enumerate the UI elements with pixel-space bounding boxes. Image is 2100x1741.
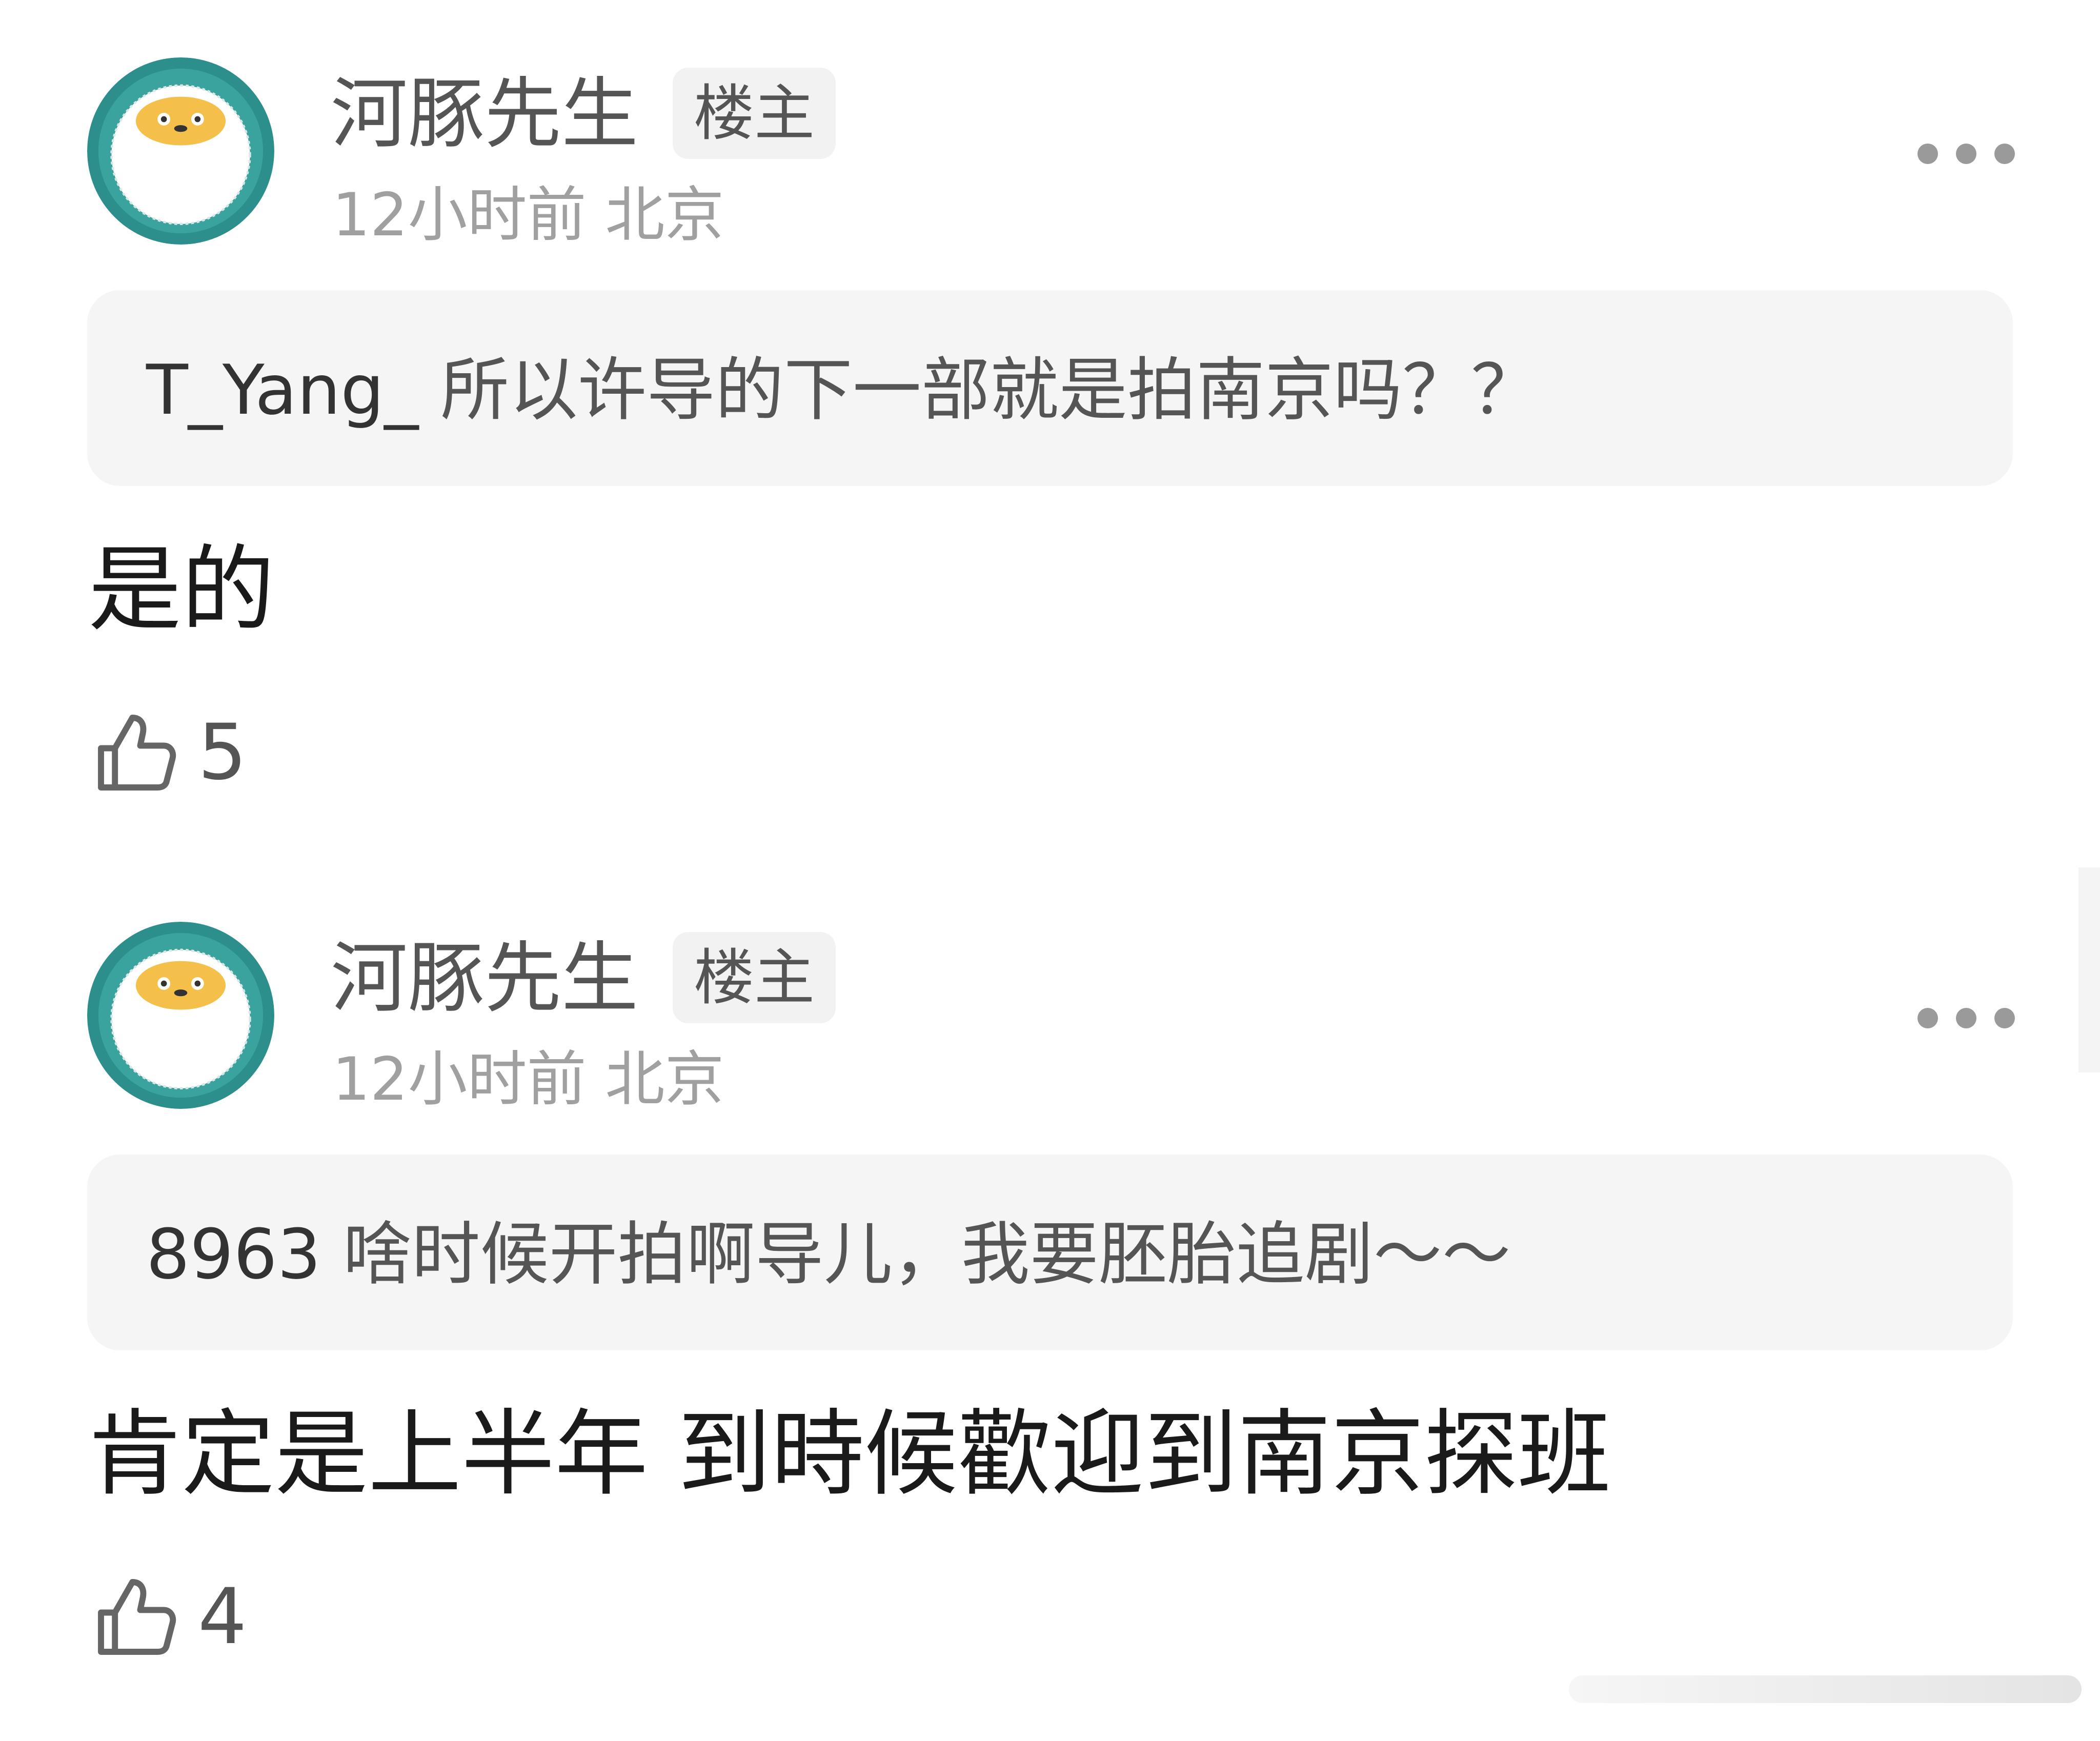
- like-count: 5: [198, 708, 247, 797]
- pufferfish-avatar-icon: [87, 57, 274, 245]
- quoted-username[interactable]: 8963: [146, 1214, 321, 1294]
- quoted-reply[interactable]: T_Yang_ 所以许导的下一部就是拍南京吗？？: [87, 290, 2013, 486]
- quoted-reply-text: T_Yang_ 所以许导的下一部就是拍南京吗？？: [146, 356, 1540, 424]
- quoted-username[interactable]: T_Yang_: [146, 350, 418, 430]
- thumbs-up-icon: [98, 715, 176, 791]
- more-options-button[interactable]: [1917, 1003, 2015, 1034]
- quoted-reply-text: 8963 啥时候开拍啊导儿，我要胚胎追剧～～: [146, 1220, 1511, 1289]
- pufferfish-avatar-icon: [87, 922, 274, 1109]
- more-dots-icon: [1917, 144, 1938, 164]
- op-badge: 楼主: [673, 68, 836, 159]
- like-button[interactable]: 5: [92, 706, 247, 799]
- op-badge: 楼主: [673, 932, 836, 1023]
- comment-text: 肯定是上半年 到時候歡迎到南京探班: [88, 1400, 1611, 1508]
- comment-meta: 12小时前 北京: [332, 1049, 724, 1110]
- comment-text: 是的: [88, 535, 275, 644]
- like-button[interactable]: 4: [92, 1571, 247, 1663]
- avatar[interactable]: [87, 57, 274, 245]
- comment-location: 北京: [605, 180, 724, 250]
- scrollbar[interactable]: [2078, 867, 2100, 1072]
- quoted-reply[interactable]: 8963 啥时候开拍啊导儿，我要胚胎追剧～～: [87, 1155, 2013, 1350]
- more-dot: [1994, 1008, 2015, 1028]
- comment-time: 12小时前: [332, 180, 587, 250]
- more-dot: [1956, 1008, 1976, 1028]
- comment-location: 北京: [605, 1045, 724, 1114]
- username[interactable]: 河豚先生: [331, 940, 638, 1017]
- watermark-bar: [1569, 1675, 2082, 1703]
- more-dot: [1956, 144, 1976, 164]
- comment-time: 12小时前: [332, 1045, 587, 1114]
- quoted-content: 所以许导的下一部就是拍南京吗？？: [440, 350, 1540, 430]
- more-dot: [1994, 144, 2015, 164]
- username[interactable]: 河豚先生: [331, 76, 638, 153]
- comment-meta: 12小时前 北京: [332, 185, 724, 246]
- more-options-button[interactable]: [1917, 138, 2015, 169]
- quoted-content: 啥时候开拍啊导儿，我要胚胎追剧～～: [342, 1214, 1511, 1294]
- avatar[interactable]: [87, 922, 274, 1109]
- thumbs-up-icon: [98, 1579, 176, 1655]
- like-count: 4: [198, 1572, 247, 1662]
- more-dots-icon: [1917, 1008, 1938, 1028]
